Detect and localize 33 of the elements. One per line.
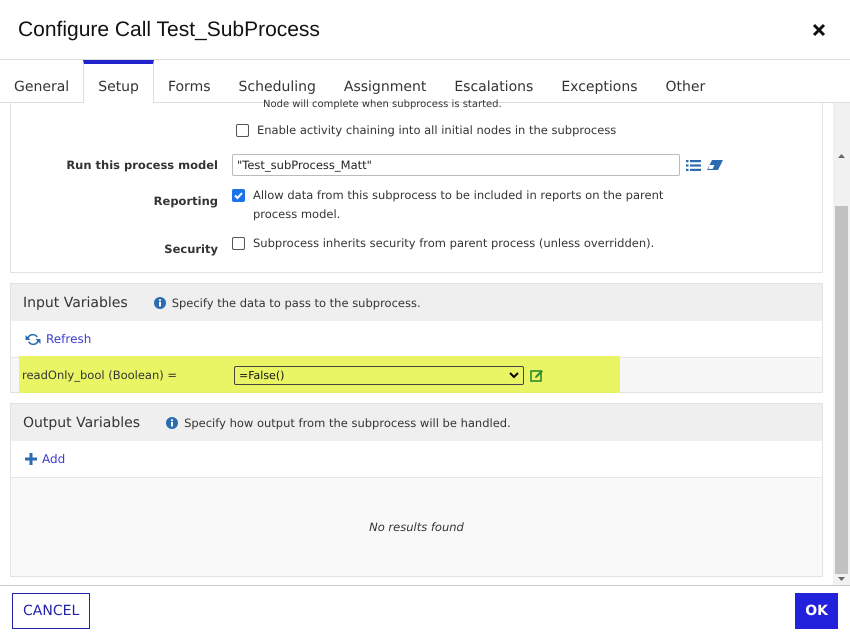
scrollbar[interactable] bbox=[833, 103, 850, 585]
checkbox-label: Allow data from this subprocess to be included in reports on the parent process model. bbox=[253, 187, 664, 223]
empty-message: No results found bbox=[369, 520, 464, 534]
edit-icon[interactable] bbox=[530, 368, 544, 382]
add-button[interactable]: Add bbox=[25, 452, 66, 466]
hint-text: Specify the data to pass to the subprocess. bbox=[172, 296, 421, 310]
eraser-icon[interactable] bbox=[707, 159, 723, 171]
section-title: Output Variables bbox=[23, 414, 140, 430]
process-model-field[interactable]: "Test_subProcess_Matt" bbox=[232, 154, 680, 176]
value-dropdown[interactable]: =False() bbox=[234, 366, 524, 384]
ok-button[interactable]: OK bbox=[795, 593, 838, 629]
checkbox-label: Enable activity chaining into all initial nodes in the subprocess bbox=[257, 122, 616, 139]
info-icon bbox=[166, 416, 178, 428]
close-icon bbox=[812, 22, 826, 36]
field-label: Run this process model bbox=[65, 157, 218, 174]
field-label: Security bbox=[163, 241, 218, 258]
section-title: Input Variables bbox=[23, 294, 128, 310]
checkbox[interactable] bbox=[236, 124, 249, 137]
checkbox-label: Subprocess inherits security from parent process (unless overridden). bbox=[253, 235, 654, 252]
info-icon bbox=[154, 296, 166, 308]
dialog-title: Configure Call Test_SubProcess bbox=[18, 18, 320, 42]
note-text: Node will complete when subprocess is started. bbox=[262, 99, 503, 111]
checkbox[interactable] bbox=[232, 189, 245, 202]
checkbox[interactable] bbox=[232, 237, 245, 250]
tab[interactable]: Setup bbox=[83, 60, 154, 103]
list-icon[interactable] bbox=[686, 158, 701, 172]
variable-name: readOnly_bool (Boolean) = bbox=[21, 368, 178, 382]
cancel-button[interactable]: CANCEL bbox=[12, 593, 90, 629]
field-label: Reporting bbox=[152, 193, 218, 210]
plus-icon bbox=[25, 453, 37, 465]
hint-text: Specify how output from the subprocess will be handled. bbox=[184, 416, 511, 430]
refresh-icon bbox=[25, 332, 41, 346]
refresh-button[interactable]: Refresh bbox=[25, 332, 92, 346]
